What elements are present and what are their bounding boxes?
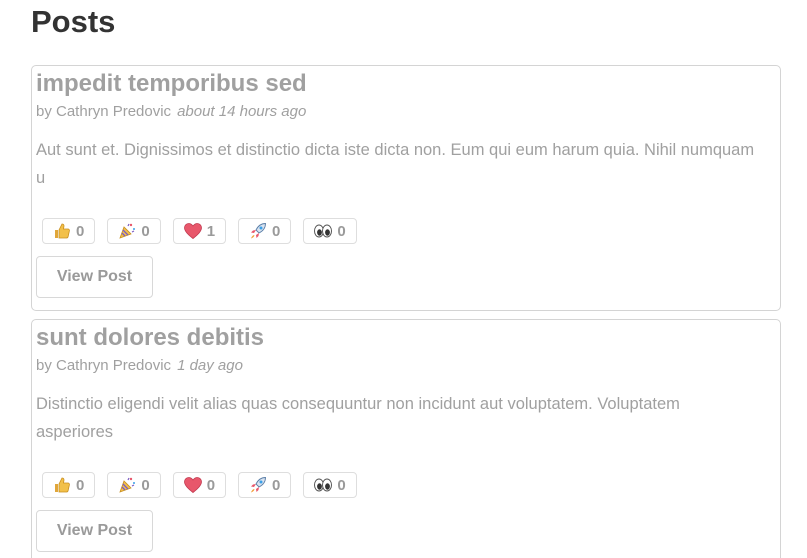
post-title: impedit temporibus sed: [36, 70, 307, 97]
reaction-party-button[interactable]: 0: [107, 218, 161, 244]
reaction-count: 0: [337, 476, 346, 494]
post-title: sunt dolores debitis: [36, 324, 265, 351]
reaction-bar: 0 0 1 0 0: [42, 218, 357, 244]
reaction-count: 0: [76, 222, 85, 240]
reaction-count: 0: [272, 222, 281, 240]
post-byline: by Cathryn Predovic 1 day ago: [36, 357, 243, 375]
reaction-count: 0: [141, 222, 150, 240]
rocket-icon: [248, 221, 268, 241]
party-popper-icon: [117, 221, 137, 241]
eyes-icon: [313, 221, 333, 241]
post-card: impedit temporibus sed by Cathryn Predov…: [31, 65, 781, 311]
page-title: Posts: [31, 4, 116, 39]
post-excerpt: Aut sunt et. Dignissimos et distinctio d…: [36, 141, 755, 187]
reaction-count: 0: [337, 222, 346, 240]
reaction-thumbs-up-button[interactable]: 0: [42, 472, 96, 498]
reaction-thumbs-up-button[interactable]: 0: [42, 218, 96, 244]
reaction-count: 0: [206, 476, 216, 494]
reaction-count: 0: [141, 476, 150, 494]
reaction-heart-button[interactable]: 1: [172, 218, 227, 244]
reaction-bar: 0 0 0 0 0: [42, 472, 357, 498]
post-timestamp: about 14 hours ago: [177, 103, 307, 120]
reaction-party-button[interactable]: 0: [107, 472, 161, 498]
heart-icon: [183, 475, 203, 495]
reaction-heart-button[interactable]: 0: [172, 472, 227, 498]
thumbs-up-icon: [52, 475, 72, 495]
reaction-count: 1: [206, 222, 216, 240]
post-byline: by Cathryn Predovic about 14 hours ago: [36, 103, 306, 121]
reaction-count: 0: [272, 476, 281, 494]
thumbs-up-icon: [52, 221, 72, 241]
reaction-count: 0: [76, 476, 85, 494]
view-post-button[interactable]: View Post: [36, 256, 153, 298]
post-author: by Cathryn Predovic: [36, 357, 172, 374]
heart-icon: [183, 221, 203, 241]
eyes-icon: [313, 475, 333, 495]
post-excerpt: Distinctio eligendi velit alias quas con…: [36, 395, 680, 441]
post-timestamp: 1 day ago: [177, 357, 243, 374]
post-author: by Cathryn Predovic: [36, 103, 172, 120]
party-popper-icon: [117, 475, 137, 495]
reaction-eyes-button[interactable]: 0: [303, 218, 357, 244]
reaction-rocket-button[interactable]: 0: [238, 218, 292, 244]
view-post-button[interactable]: View Post: [36, 510, 153, 552]
post-card: sunt dolores debitis by Cathryn Predovic…: [31, 319, 781, 558]
reaction-rocket-button[interactable]: 0: [238, 472, 292, 498]
reaction-eyes-button[interactable]: 0: [303, 472, 357, 498]
posts-page: Posts impedit temporibus sed by Cathryn …: [0, 0, 807, 558]
rocket-icon: [248, 475, 268, 495]
